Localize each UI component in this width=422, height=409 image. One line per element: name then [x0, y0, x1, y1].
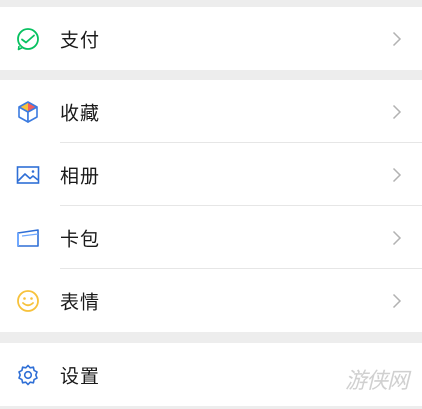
chevron-right-icon [392, 167, 402, 183]
menu-item-stickers[interactable]: 表情 [0, 269, 422, 332]
pay-label: 支付 [60, 29, 101, 51]
services-group: 收藏 相册 卡包 表情 [0, 80, 422, 332]
chevron-right-icon [392, 293, 402, 309]
favorites-label: 收藏 [60, 102, 101, 124]
chevron-right-icon [392, 230, 402, 246]
cards-label: 卡包 [60, 228, 101, 250]
stickers-label: 表情 [60, 291, 101, 313]
chevron-right-icon [392, 104, 402, 120]
album-label: 相册 [60, 165, 101, 187]
menu-item-favorites[interactable]: 收藏 [0, 80, 422, 143]
pay-group: 支付 [0, 7, 422, 70]
album-image-icon [15, 162, 41, 188]
me-page: 支付 收藏 相册 卡包 表情 设置 游侠网 [0, 0, 422, 409]
menu-item-pay[interactable]: 支付 [0, 7, 422, 70]
watermark-logo: 游侠网 [344, 369, 409, 394]
menu-item-cards[interactable]: 卡包 [0, 206, 422, 269]
favorites-cube-icon [15, 99, 41, 125]
chevron-right-icon [392, 31, 402, 47]
gear-icon [15, 362, 41, 388]
card-wallet-icon [15, 225, 41, 251]
pay-check-icon [15, 26, 41, 52]
smiley-icon [15, 288, 41, 314]
menu-item-album[interactable]: 相册 [0, 143, 422, 206]
settings-label: 设置 [60, 365, 101, 387]
